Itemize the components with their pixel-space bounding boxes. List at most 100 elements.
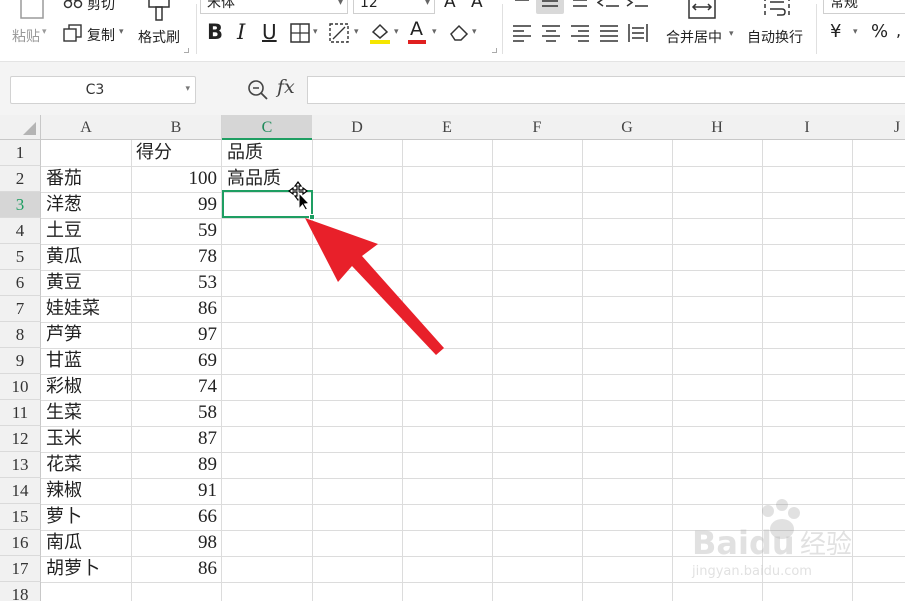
column-header-b[interactable]: B xyxy=(131,115,222,140)
fill-pattern-icon xyxy=(329,23,349,43)
font-name-select[interactable]: 宋体 ▾ xyxy=(200,0,348,14)
cell-a10[interactable]: 彩椒 xyxy=(46,374,82,400)
cell-b1[interactable]: 得分 xyxy=(136,140,172,166)
select-all-button[interactable] xyxy=(0,115,41,140)
column-header-g[interactable]: G xyxy=(582,115,673,140)
cell-a3[interactable]: 洋葱 xyxy=(46,192,82,218)
chevron-down-icon: ▾ xyxy=(313,27,318,37)
cell-b12[interactable]: 87 xyxy=(131,426,217,452)
cell-a15[interactable]: 萝卜 xyxy=(46,504,82,530)
row-header-9[interactable]: 9 xyxy=(0,348,41,374)
column-header-d[interactable]: D xyxy=(312,115,403,140)
chevron-down-icon[interactable]: ▾ xyxy=(853,27,858,37)
group-expand-icon[interactable] xyxy=(492,48,497,53)
cell-b4[interactable]: 59 xyxy=(131,218,217,244)
column-gridline xyxy=(492,140,493,601)
chevron-down-icon: ▾ xyxy=(354,27,359,37)
increase-font-icon[interactable]: A xyxy=(444,0,456,12)
cell-b6[interactable]: 53 xyxy=(131,270,217,296)
cell-b16[interactable]: 98 xyxy=(131,530,217,556)
cell-b17[interactable]: 86 xyxy=(131,556,217,582)
chevron-down-icon: ▾ xyxy=(729,29,734,39)
column-header-h[interactable]: H xyxy=(672,115,763,140)
chevron-down-icon: ▾ xyxy=(432,27,437,37)
cell-b8[interactable]: 97 xyxy=(131,322,217,348)
bold-button[interactable]: B xyxy=(207,20,223,44)
row-header-7[interactable]: 7 xyxy=(0,296,41,322)
increase-indent-icon[interactable] xyxy=(626,0,650,10)
align-middle-button[interactable] xyxy=(536,0,564,14)
cell-a13[interactable]: 花菜 xyxy=(46,452,82,478)
cell-a17[interactable]: 胡萝卜 xyxy=(46,556,100,582)
row-header-13[interactable]: 13 xyxy=(0,452,41,478)
column-header-e[interactable]: E xyxy=(402,115,493,140)
decrease-indent-icon[interactable] xyxy=(597,0,621,10)
cell-a6[interactable]: 黄豆 xyxy=(46,270,82,296)
cell-a12[interactable]: 玉米 xyxy=(46,426,82,452)
column-header-j[interactable]: J xyxy=(852,115,905,140)
row-header-18[interactable]: 18 xyxy=(0,582,41,601)
cell-a9[interactable]: 甘蓝 xyxy=(46,348,82,374)
justify-icon[interactable] xyxy=(599,24,619,42)
row-header-8[interactable]: 8 xyxy=(0,322,41,348)
cell-b3[interactable]: 99 xyxy=(131,192,217,218)
cell-b15[interactable]: 66 xyxy=(131,504,217,530)
row-header-12[interactable]: 12 xyxy=(0,426,41,452)
number-format-select[interactable]: 常规 xyxy=(823,0,905,14)
cell-a2[interactable]: 番茄 xyxy=(46,166,82,192)
currency-button[interactable]: ¥ xyxy=(830,21,841,42)
row-header-3[interactable]: 3 xyxy=(0,192,41,218)
row-header-15[interactable]: 15 xyxy=(0,504,41,530)
column-header-a[interactable]: A xyxy=(41,115,132,140)
cell-b13[interactable]: 89 xyxy=(131,452,217,478)
cell-b10[interactable]: 74 xyxy=(131,374,217,400)
insert-function-button[interactable]: fx xyxy=(277,76,295,98)
align-center-icon[interactable] xyxy=(541,24,561,42)
cell-a5[interactable]: 黄瓜 xyxy=(46,244,82,270)
percent-button[interactable]: % xyxy=(871,21,888,42)
cell-c2[interactable]: 高品质 xyxy=(227,166,281,192)
font-color-glyph: A xyxy=(410,18,423,40)
align-left-icon[interactable] xyxy=(512,24,532,42)
chevron-down-icon: ▾ xyxy=(472,27,477,37)
cell-c1[interactable]: 品质 xyxy=(227,140,263,166)
column-header-c[interactable]: C xyxy=(222,115,313,140)
name-box[interactable]: C3 ▾ xyxy=(10,76,196,104)
row-header-2[interactable]: 2 xyxy=(0,166,41,192)
comma-style-button[interactable]: , xyxy=(896,21,901,40)
group-expand-icon[interactable] xyxy=(184,48,189,53)
cell-a7[interactable]: 娃娃菜 xyxy=(46,296,100,322)
cell-b14[interactable]: 91 xyxy=(131,478,217,504)
row-header-4[interactable]: 4 xyxy=(0,218,41,244)
cell-b9[interactable]: 69 xyxy=(131,348,217,374)
cell-b2[interactable]: 100 xyxy=(131,166,218,192)
row-header-14[interactable]: 14 xyxy=(0,478,41,504)
font-size-select[interactable]: 12 ▾ xyxy=(353,0,435,14)
row-header-16[interactable]: 16 xyxy=(0,530,41,556)
row-header-5[interactable]: 5 xyxy=(0,244,41,270)
align-bottom-icon[interactable] xyxy=(570,0,590,10)
row-header-10[interactable]: 10 xyxy=(0,374,41,400)
decrease-font-icon[interactable]: A xyxy=(471,0,483,12)
cell-a14[interactable]: 辣椒 xyxy=(46,478,82,504)
cell-a11[interactable]: 生菜 xyxy=(46,400,82,426)
column-header-i[interactable]: I xyxy=(762,115,853,140)
italic-button[interactable]: I xyxy=(237,20,245,44)
cell-a8[interactable]: 芦笋 xyxy=(46,322,82,348)
row-header-11[interactable]: 11 xyxy=(0,400,41,426)
zoom-icon[interactable] xyxy=(247,79,269,101)
cell-b5[interactable]: 78 xyxy=(131,244,217,270)
row-header-17[interactable]: 17 xyxy=(0,556,41,582)
cell-a16[interactable]: 南瓜 xyxy=(46,530,82,556)
row-header-6[interactable]: 6 xyxy=(0,270,41,296)
distribute-icon[interactable] xyxy=(627,23,649,43)
align-right-icon[interactable] xyxy=(570,24,590,42)
cell-b7[interactable]: 86 xyxy=(131,296,217,322)
formula-input[interactable] xyxy=(307,76,905,104)
row-header-1[interactable]: 1 xyxy=(0,140,41,166)
underline-button[interactable]: U xyxy=(262,20,277,44)
cell-a4[interactable]: 土豆 xyxy=(46,218,82,244)
column-header-f[interactable]: F xyxy=(492,115,583,140)
cell-b11[interactable]: 58 xyxy=(131,400,217,426)
align-top-icon[interactable] xyxy=(512,0,532,6)
